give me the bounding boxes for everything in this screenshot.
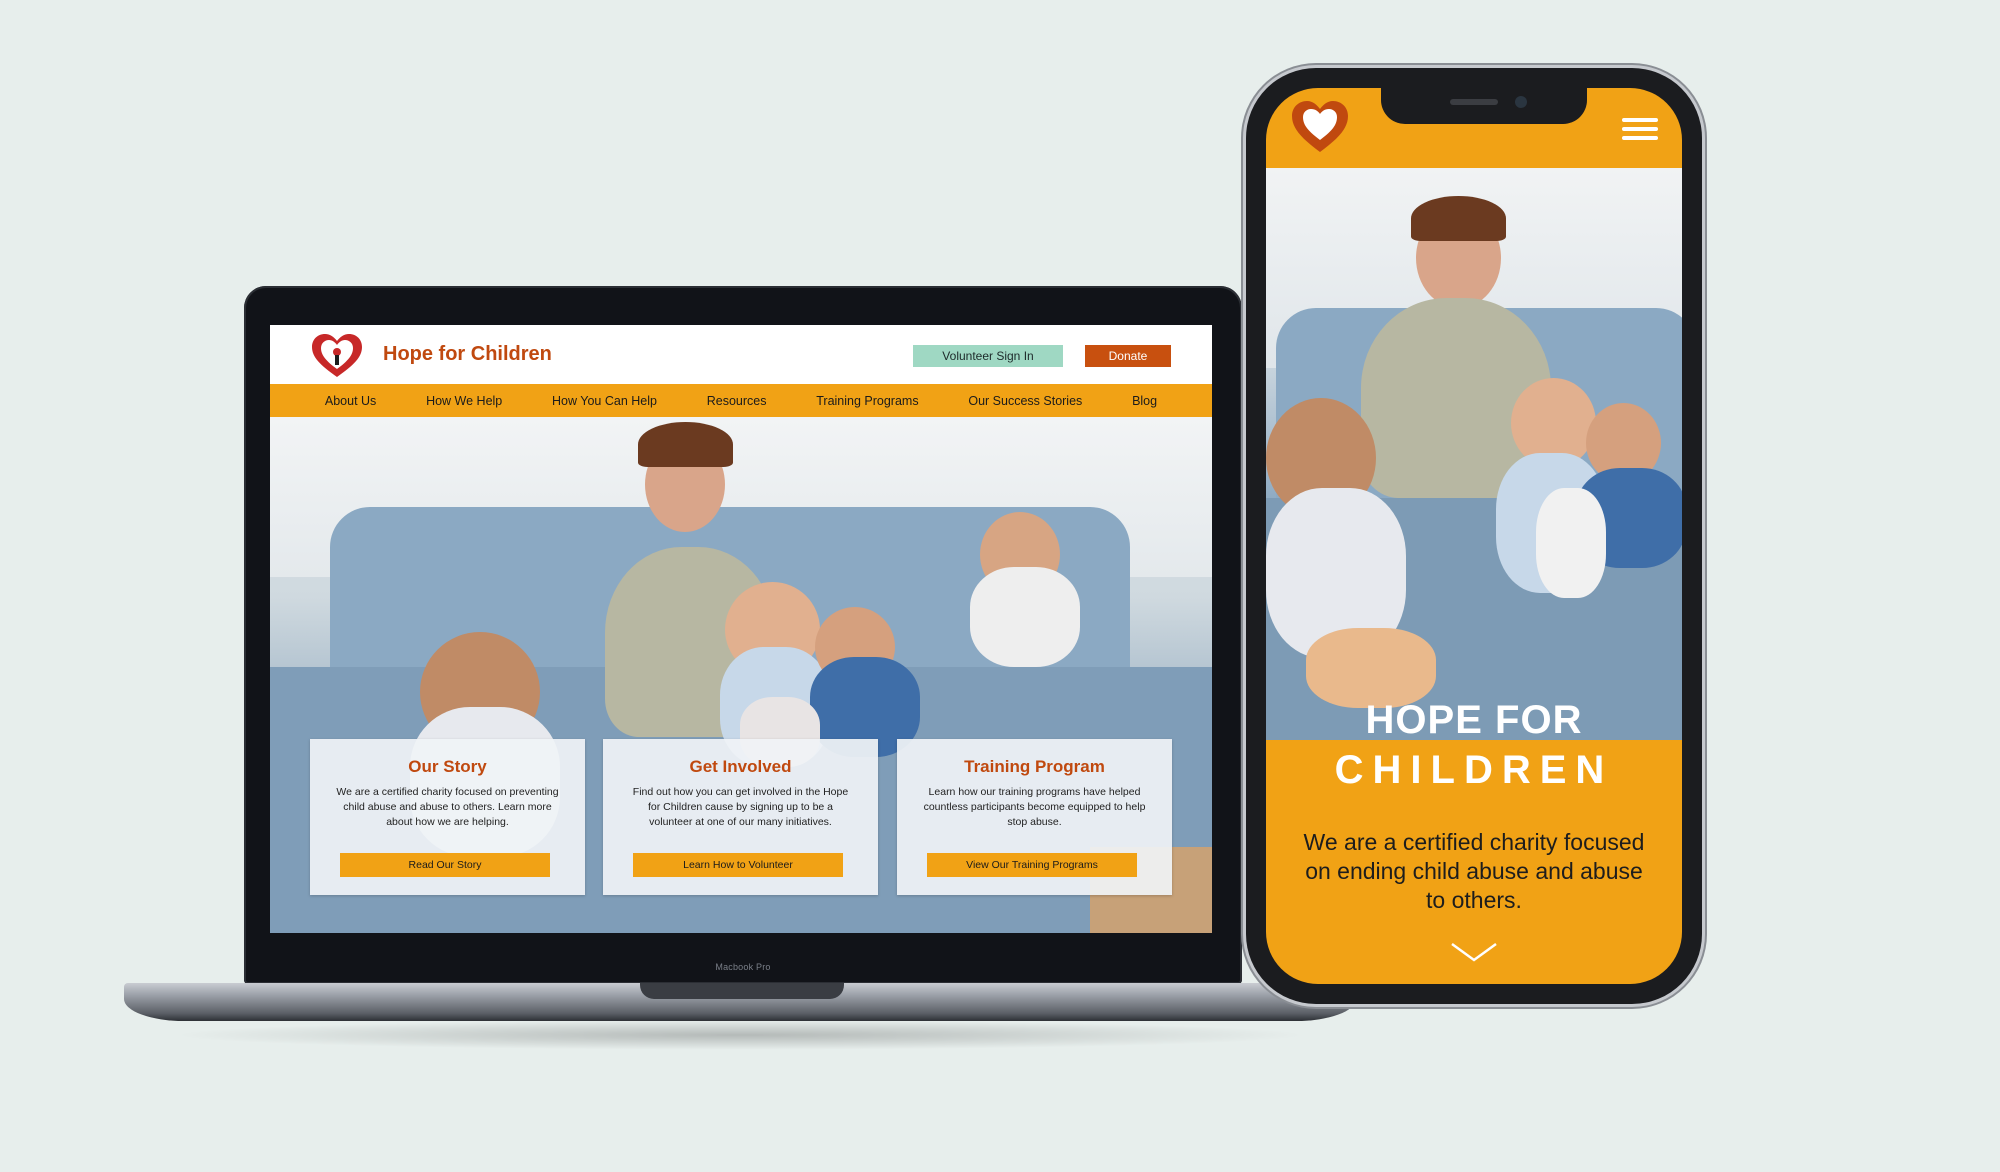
card-text: Find out how you can get involved in the… xyxy=(632,786,849,828)
read-our-story-button[interactable]: Read Our Story xyxy=(340,853,550,877)
card-title: Get Involved xyxy=(689,757,792,776)
view-training-programs-button[interactable]: View Our Training Programs xyxy=(927,853,1137,877)
heart-logo-icon[interactable] xyxy=(1290,100,1350,154)
card-title: Our Story xyxy=(408,757,487,776)
phone-title-line2: CHILDREN xyxy=(1334,748,1614,792)
phone-description: We are a certified charity focused on en… xyxy=(1303,829,1645,913)
phone-title-line1: HOPE FOR xyxy=(1365,698,1583,742)
phone-notch xyxy=(1381,86,1587,124)
main-nav: About Us How We Help How You Can Help Re… xyxy=(270,384,1212,417)
card-text: Learn how our training programs have hel… xyxy=(923,786,1146,828)
volunteer-sign-in-button[interactable]: Volunteer Sign In xyxy=(913,345,1063,367)
learn-how-to-volunteer-button[interactable]: Learn How to Volunteer xyxy=(633,853,843,877)
nav-item-how-we-help[interactable]: How We Help xyxy=(426,394,502,408)
site-header: Hope for Children Volunteer Sign In Dona… xyxy=(270,325,1212,384)
hamburger-menu-icon[interactable] xyxy=(1622,118,1658,140)
nav-item-success-stories[interactable]: Our Success Stories xyxy=(968,394,1082,408)
laptop-screen: Hope for Children Volunteer Sign In Dona… xyxy=(270,325,1212,933)
nav-item-about-us[interactable]: About Us xyxy=(325,394,376,408)
nav-item-blog[interactable]: Blog xyxy=(1132,394,1157,408)
nav-item-resources[interactable]: Resources xyxy=(707,394,767,408)
card-get-involved: Get Involved Find out how you can get in… xyxy=(603,739,878,895)
phone-hero-image xyxy=(1266,168,1682,740)
nav-item-training-programs[interactable]: Training Programs xyxy=(816,394,918,408)
card-text: We are a certified charity focused on pr… xyxy=(336,786,559,828)
phone-camera xyxy=(1515,96,1527,108)
phone-speaker xyxy=(1450,99,1498,105)
hero-image: Our Story We are a certified charity foc… xyxy=(270,417,1212,933)
laptop-hinge-notch xyxy=(640,983,844,999)
chevron-down-icon[interactable] xyxy=(1450,942,1498,962)
device-label: Macbook Pro xyxy=(715,962,771,972)
phone-screen: HOPE FOR CHILDREN We are a certified cha… xyxy=(1266,88,1682,984)
heart-logo-icon[interactable] xyxy=(310,333,364,379)
nav-item-how-you-can-help[interactable]: How You Can Help xyxy=(552,394,657,408)
donate-button[interactable]: Donate xyxy=(1085,345,1171,367)
site-title[interactable]: Hope for Children xyxy=(383,343,552,366)
laptop-shadow xyxy=(170,1020,1310,1050)
card-title: Training Program xyxy=(964,757,1105,776)
card-training-program: Training Program Learn how our training … xyxy=(897,739,1172,895)
card-our-story: Our Story We are a certified charity foc… xyxy=(310,739,585,895)
